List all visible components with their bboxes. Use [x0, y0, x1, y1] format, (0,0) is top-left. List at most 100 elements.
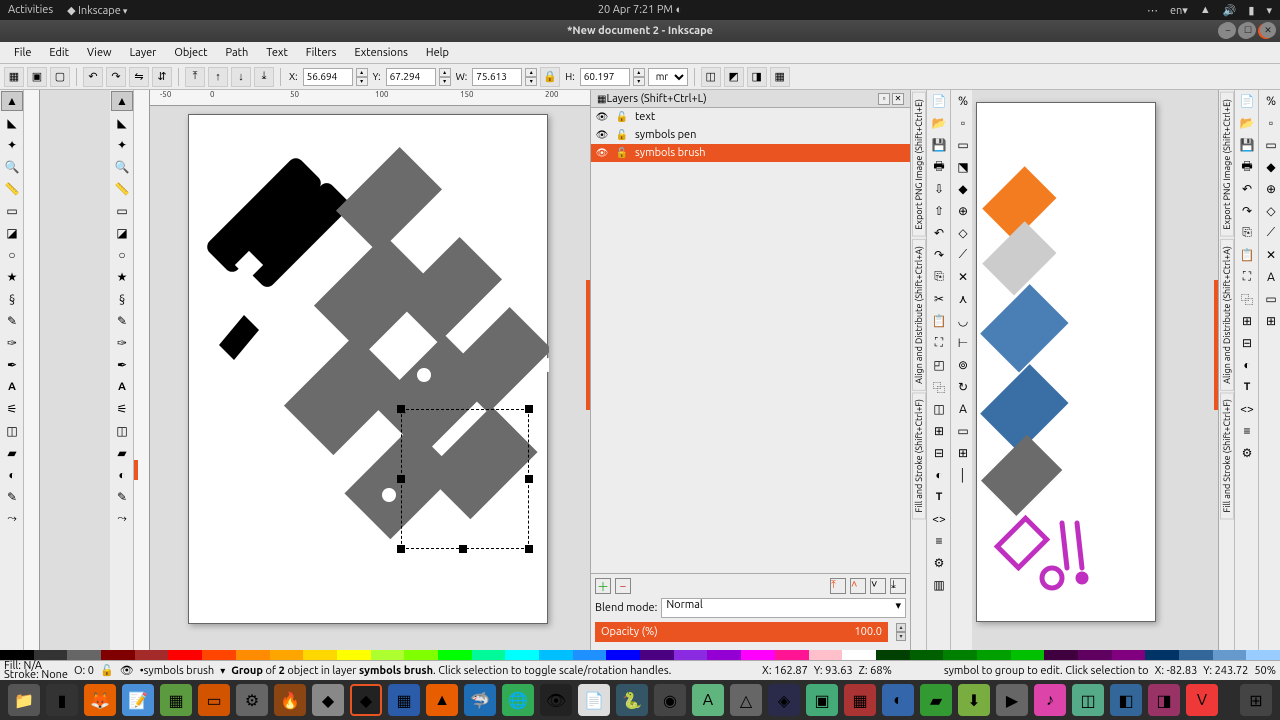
copy-2[interactable]: ⎘ [1236, 223, 1258, 243]
sn8[interactable]: ✕ [1260, 245, 1280, 265]
grp-2[interactable]: ⊞ [1236, 311, 1258, 331]
blend-mode-select[interactable]: Normal ▾ [661, 598, 906, 618]
color-swatch[interactable] [1011, 650, 1045, 660]
second-window-canvas[interactable] [972, 90, 1218, 650]
color-swatch[interactable] [236, 650, 270, 660]
snap-bbox-button[interactable]: ▫ [952, 113, 974, 133]
print-2[interactable]: 🖶 [1236, 157, 1258, 177]
gradient-tool-2[interactable]: ◐ [111, 465, 133, 485]
select-all-layers-button[interactable]: ▦ [4, 67, 24, 87]
dock-app8-icon[interactable]: ▰ [920, 684, 952, 716]
dropper-tool[interactable]: ✎ [1, 487, 23, 507]
snap-edge-button[interactable]: ▭ [952, 135, 974, 155]
connector-tool[interactable]: ⤳ [1, 509, 23, 529]
dock-files-icon[interactable]: 📁 [8, 684, 40, 716]
zoom-fit-button[interactable]: ⛶ [928, 333, 950, 353]
lock-icon[interactable]: 🔓 [615, 147, 629, 159]
affect-corners-button[interactable]: ◩ [724, 67, 744, 87]
color-swatch[interactable] [67, 650, 101, 660]
ellipse-tool-2[interactable]: ○ [111, 245, 133, 265]
pencil-tool[interactable]: ✎ [1, 311, 23, 331]
selector-tool[interactable]: ▲ [1, 91, 23, 111]
clone-button[interactable]: ◫ [928, 399, 950, 419]
redo-2[interactable]: ↷ [1236, 201, 1258, 221]
dock-vlc-icon[interactable]: ▲ [426, 684, 458, 716]
canvas[interactable]: -50 0 50 100 150 200 [150, 90, 590, 650]
layer-up-button[interactable]: ˄ [850, 578, 866, 594]
dock-app1-icon[interactable]: ◆ [312, 684, 344, 716]
al-2[interactable]: ≡ [1236, 421, 1258, 441]
fs-2[interactable]: ◐ [1236, 355, 1258, 375]
window2-maximize-button[interactable]: ☐ [1240, 22, 1256, 38]
rotate-ccw-button[interactable]: ↶ [83, 67, 103, 87]
bucket-tool-2[interactable]: ▰ [111, 443, 133, 463]
layer-bottom-button[interactable]: ⤓ [890, 578, 906, 594]
pref-2[interactable]: ⚙ [1236, 443, 1258, 463]
affect-stroke-button[interactable]: ◫ [701, 67, 721, 87]
dock-text-icon[interactable]: 📝 [122, 684, 154, 716]
eraser-tool[interactable]: ◫ [1, 421, 23, 441]
calligraphy-tool[interactable]: ✒ [1, 355, 23, 375]
new-doc-button[interactable]: 📄 [928, 91, 950, 111]
dock-app12-icon[interactable]: ◨ [1148, 684, 1180, 716]
snap-intersect-button[interactable]: ✕ [952, 267, 974, 287]
dock-app2-icon[interactable]: ◉ [654, 684, 686, 716]
measure-tool-2[interactable]: 📏 [111, 179, 133, 199]
prefs-button[interactable]: ⚙ [928, 553, 950, 573]
lock-aspect-button[interactable]: 🔒 [540, 67, 560, 87]
color-swatch[interactable] [1078, 650, 1112, 660]
visibility-icon[interactable]: 👁 [595, 111, 609, 123]
dock-app11-icon[interactable]: ◧ [1110, 684, 1142, 716]
menu-help[interactable]: Help [418, 45, 457, 61]
menu-edit[interactable]: Edit [41, 45, 77, 61]
dock-app6-icon[interactable]: ▦ [844, 684, 876, 716]
lang-indicator[interactable]: en▾ [1170, 4, 1188, 17]
dock-vivaldi-icon[interactable]: V [1186, 684, 1218, 716]
dock-tab-align[interactable]: Align and Distribute (Shift+Ctrl+A) [912, 239, 926, 391]
color-swatch[interactable] [1246, 650, 1280, 660]
visibility-icon[interactable]: 👁 [595, 129, 609, 141]
measure-tool[interactable]: 📏 [1, 179, 23, 199]
layer-row-symbols-brush[interactable]: 👁 🔓 symbols brush [591, 144, 910, 162]
color-swatch[interactable] [707, 650, 741, 660]
3dbox-tool-2[interactable]: ◪ [111, 223, 133, 243]
color-swatch[interactable] [606, 650, 640, 660]
txt-2[interactable]: T [1236, 377, 1258, 397]
zoom-readout[interactable]: Z: 68% [859, 665, 892, 677]
color-swatch[interactable] [202, 650, 236, 660]
spray-tool-2[interactable]: ⚟ [111, 399, 133, 419]
color-swatch[interactable] [371, 650, 405, 660]
menu-layer[interactable]: Layer [122, 45, 165, 61]
flip-h-button[interactable]: ⇋ [129, 67, 149, 87]
x-spinner[interactable]: ▴▾ [356, 68, 368, 86]
color-swatch[interactable] [977, 650, 1011, 660]
color-swatch[interactable] [775, 650, 809, 660]
panel-undock-button[interactable]: ▫ [878, 93, 890, 105]
3dbox-tool[interactable]: ◪ [1, 223, 23, 243]
copy-button[interactable]: ⎘ [928, 267, 950, 287]
menu-file[interactable]: File [6, 45, 39, 61]
color-swatch[interactable] [270, 650, 304, 660]
color-palette[interactable] [0, 650, 1280, 660]
tweak-tool[interactable]: ✦ [1, 135, 23, 155]
zoom2[interactable]: 50% [1254, 665, 1276, 677]
color-swatch[interactable] [168, 650, 202, 660]
tweak-tool-2[interactable]: ✦ [111, 135, 133, 155]
dock-tab-fillstroke-2[interactable]: Fill and Stroke (Shift+Ctrl+F) [1220, 392, 1234, 519]
docprops-button[interactable]: ▥ [928, 575, 950, 595]
dock-tab-fillstroke[interactable]: Fill and Stroke (Shift+Ctrl+F) [912, 392, 926, 519]
pencil-tool-2[interactable]: ✎ [111, 311, 133, 331]
spray-tool[interactable]: ⚟ [1, 399, 23, 419]
zoom-page-button[interactable]: ◰ [928, 355, 950, 375]
ugrp-2[interactable]: ⊟ [1236, 333, 1258, 353]
color-swatch[interactable] [34, 650, 68, 660]
volume-icon[interactable]: 🔊 [1223, 4, 1237, 17]
undo-2[interactable]: ↶ [1236, 179, 1258, 199]
snap-corner-button[interactable]: ⬔ [952, 157, 974, 177]
new-2[interactable]: 📄 [1236, 91, 1258, 111]
battery-icon[interactable]: ▮ [1248, 4, 1254, 17]
spiral-tool-2[interactable]: § [111, 289, 133, 309]
color-swatch[interactable] [539, 650, 573, 660]
snap-line-mid-button[interactable]: ⊢ [952, 333, 974, 353]
text-tool-2[interactable]: A [111, 377, 133, 397]
